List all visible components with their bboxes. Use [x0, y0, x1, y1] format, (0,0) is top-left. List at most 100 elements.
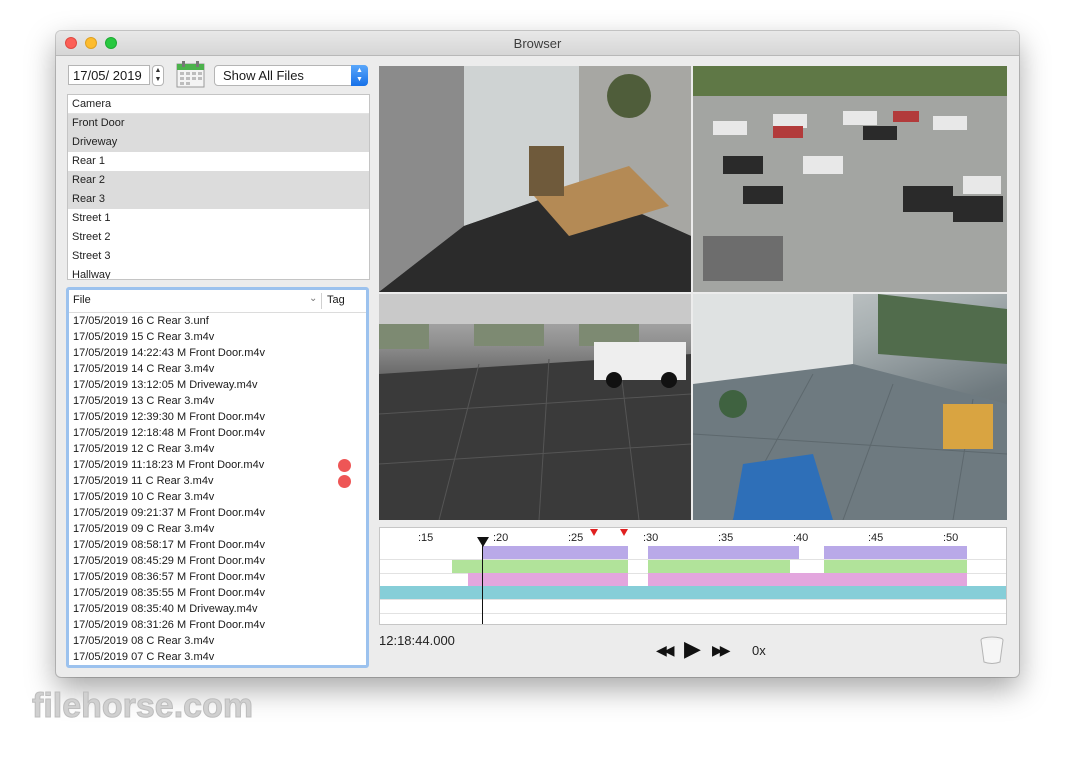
- file-row[interactable]: 17/05/2019 14 C Rear 3.m4v: [69, 361, 366, 377]
- window-title: Browser: [513, 36, 562, 51]
- recording-segment[interactable]: [380, 586, 1006, 599]
- file-list[interactable]: File ⌄ Tag 17/05/2019 16 C Rear 3.unf 17/…: [66, 287, 369, 668]
- camera-row[interactable]: Street 1: [68, 209, 369, 228]
- file-row[interactable]: 17/05/2019 12:39:30 M Front Door.m4v: [69, 409, 366, 425]
- file-name: 17/05/2019 07 C Rear 3.m4v: [73, 651, 215, 663]
- file-row[interactable]: 17/05/2019 09:21:37 M Front Door.m4v: [69, 505, 366, 521]
- camera-label: Front Door: [72, 117, 125, 129]
- camera-row[interactable]: Rear 1: [68, 152, 369, 171]
- tag-column-header[interactable]: Tag: [327, 294, 345, 306]
- recording-segment[interactable]: [648, 560, 790, 573]
- file-filter-select[interactable]: Show All Files ▲ ▼: [214, 65, 368, 86]
- timeline-tick: :20: [493, 532, 509, 544]
- fast-forward-button[interactable]: ▶▶: [712, 642, 730, 659]
- date-stepper[interactable]: ▲ ▼: [152, 65, 164, 86]
- file-name: 17/05/2019 16 C Rear 3.unf: [73, 315, 209, 327]
- camera-row[interactable]: Rear 3: [68, 190, 369, 209]
- timeline-track: [380, 546, 1006, 560]
- tag-dot-icon[interactable]: [338, 459, 351, 472]
- file-row[interactable]: 17/05/2019 08:58:17 M Front Door.m4v: [69, 537, 366, 553]
- camera-view-rear-2[interactable]: [379, 294, 691, 520]
- file-name: 17/05/2019 08:35:40 M Driveway.m4v: [73, 603, 258, 615]
- camera-view-driveway[interactable]: [693, 66, 1007, 292]
- timeline[interactable]: :15 :20 :25 :30 :35 :40 :45 :50: [379, 527, 1007, 625]
- file-name: 17/05/2019 12:39:30 M Front Door.m4v: [73, 411, 266, 423]
- file-name: 17/05/2019 08:35:55 M Front Door.m4v: [73, 587, 266, 599]
- camera-row[interactable]: Rear 2: [68, 171, 369, 190]
- timeline-track: [380, 586, 1006, 600]
- timeline-tick: :30: [643, 532, 659, 544]
- file-row[interactable]: 17/05/2019 08:45:29 M Front Door.m4v: [69, 553, 366, 569]
- play-button[interactable]: ▶: [684, 636, 701, 662]
- playhead[interactable]: [482, 538, 483, 624]
- file-row[interactable]: 17/05/2019 08:36:57 M Front Door.m4v: [69, 569, 366, 585]
- camera-row[interactable]: Front Door: [68, 114, 369, 133]
- file-row[interactable]: 17/05/2019 07 C Rear 3.m4v: [69, 649, 366, 665]
- recording-segment[interactable]: [468, 573, 628, 586]
- playhead-handle-icon[interactable]: [477, 537, 489, 547]
- file-name: 17/05/2019 08 C Rear 3.m4v: [73, 635, 215, 647]
- file-row[interactable]: 17/05/2019 10 C Rear 3.m4v: [69, 489, 366, 505]
- timeline-tick: :40: [793, 532, 809, 544]
- event-marker-icon[interactable]: [620, 529, 628, 536]
- rewind-button[interactable]: ◀◀: [656, 642, 674, 659]
- timeline-tick: :25: [568, 532, 584, 544]
- file-row[interactable]: 17/05/2019 16 C Rear 3.unf: [69, 313, 366, 329]
- stepper-down-icon[interactable]: ▼: [153, 75, 163, 84]
- lobby-scene: [693, 294, 1007, 520]
- camera-view-rear-3[interactable]: [693, 294, 1007, 520]
- file-name: 17/05/2019 11 C Rear 3.m4v: [73, 475, 214, 487]
- file-row[interactable]: 17/05/2019 15 C Rear 3.m4v: [69, 329, 366, 345]
- file-row[interactable]: 17/05/2019 08:35:40 M Driveway.m4v: [69, 601, 366, 617]
- file-row[interactable]: 17/05/2019 12 C Rear 3.m4v: [69, 441, 366, 457]
- file-row[interactable]: 17/05/2019 14:22:43 M Front Door.m4v: [69, 345, 366, 361]
- file-filter-value: Show All Files: [223, 68, 304, 83]
- playback-speed: 0x: [752, 643, 766, 658]
- current-timecode: 12:18:44.000: [379, 633, 455, 648]
- file-row[interactable]: 17/05/2019 12:18:48 M Front Door.m4v: [69, 425, 366, 441]
- camera-label: Rear 2: [72, 174, 106, 186]
- garage-scene: [379, 294, 691, 520]
- file-column-header[interactable]: File: [73, 294, 91, 306]
- file-row[interactable]: 17/05/2019 09 C Rear 3.m4v: [69, 521, 366, 537]
- browser-window: Browser 17/05/ 2019 ▲ ▼ Show All Files ▲…: [56, 31, 1019, 677]
- timeline-track: [380, 600, 1006, 614]
- watermark-logo: filehorse.com: [32, 687, 254, 726]
- recording-segment[interactable]: [824, 546, 967, 559]
- file-row[interactable]: 17/05/2019 08 C Rear 3.m4v: [69, 633, 366, 649]
- camera-row[interactable]: Hallway: [68, 266, 369, 279]
- file-row[interactable]: 17/05/2019 11:18:23 M Front Door.m4v: [69, 457, 366, 473]
- camera-row[interactable]: Driveway: [68, 133, 369, 152]
- file-row[interactable]: 17/05/2019 08:35:55 M Front Door.m4v: [69, 585, 366, 601]
- file-name: 17/05/2019 08:45:29 M Front Door.m4v: [73, 555, 266, 567]
- trash-icon[interactable]: [980, 636, 1004, 664]
- date-field[interactable]: 17/05/ 2019: [68, 65, 150, 85]
- event-marker-icon[interactable]: [590, 529, 598, 536]
- camera-list[interactable]: Camera Front Door Driveway Rear 1 Rear 2…: [67, 94, 370, 280]
- camera-row[interactable]: Street 3: [68, 247, 369, 266]
- camera-column-header[interactable]: Camera: [68, 95, 369, 114]
- camera-label: Street 1: [72, 212, 111, 224]
- select-arrows-icon: ▲ ▼: [351, 65, 368, 86]
- sort-chevron-icon[interactable]: ⌄: [309, 293, 317, 304]
- recording-segment[interactable]: [482, 546, 628, 559]
- file-name: 17/05/2019 15 C Rear 3.m4v: [73, 331, 215, 343]
- file-rows: 17/05/2019 16 C Rear 3.unf 17/05/2019 15 …: [69, 313, 366, 665]
- camera-view-front-door[interactable]: [379, 66, 691, 292]
- recording-segment[interactable]: [648, 546, 799, 559]
- stepper-up-icon[interactable]: ▲: [153, 66, 163, 75]
- recording-segment[interactable]: [452, 560, 628, 573]
- file-row[interactable]: 17/05/2019 11 C Rear 3.m4v: [69, 473, 366, 489]
- column-divider[interactable]: [321, 293, 322, 309]
- recording-segment[interactable]: [648, 573, 967, 586]
- file-row[interactable]: 17/05/2019 13 C Rear 3.m4v: [69, 393, 366, 409]
- calendar-icon[interactable]: [176, 60, 205, 89]
- recording-segment[interactable]: [824, 560, 967, 573]
- file-row[interactable]: 17/05/2019 13:12:05 M Driveway.m4v: [69, 377, 366, 393]
- file-row[interactable]: 17/05/2019 08:31:26 M Front Door.m4v: [69, 617, 366, 633]
- title-bar: Browser: [56, 31, 1019, 56]
- tag-dot-icon[interactable]: [338, 475, 351, 488]
- camera-row[interactable]: Street 2: [68, 228, 369, 247]
- file-name: 17/05/2019 12:18:48 M Front Door.m4v: [73, 427, 266, 439]
- camera-label: Rear 3: [72, 193, 106, 205]
